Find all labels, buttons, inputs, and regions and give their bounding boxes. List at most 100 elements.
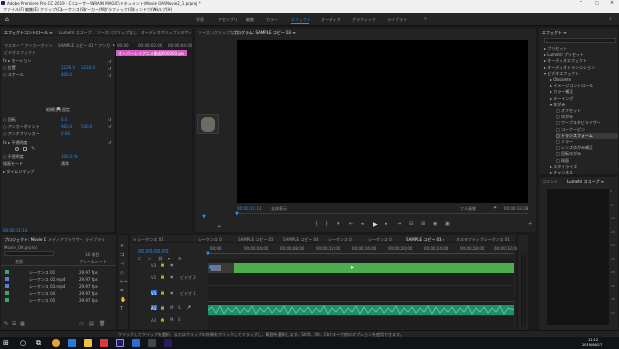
go-to-out-icon[interactable]: ⇥ <box>397 221 401 227</box>
solo-icon[interactable]: S <box>178 305 181 310</box>
clock-time[interactable]: 11:12 <box>588 338 598 342</box>
track-select-tool-icon[interactable]: ⇉ <box>120 252 124 258</box>
anchor-x-value[interactable]: 960.0 <box>61 124 72 129</box>
effects-tree-item[interactable]: □ ゆがみ <box>556 114 618 120</box>
workspace-audio[interactable]: オーディオ <box>321 17 341 23</box>
timeline-tab-seq01[interactable]: × シーケンス 01 <box>133 237 163 243</box>
source-thumbnail[interactable] <box>197 114 219 134</box>
search-icon[interactable]: ⌕ <box>609 16 612 22</box>
v2-green-clip[interactable] <box>208 263 514 273</box>
track-header-v3[interactable]: V3 🔒 ◉ <box>130 261 208 269</box>
ellipse-mask-icon[interactable] <box>15 147 19 151</box>
type-tool-icon[interactable]: T <box>120 306 123 312</box>
effects-search-input[interactable]: ⌕ <box>544 38 616 43</box>
mute-icon[interactable]: M <box>170 305 173 310</box>
icon-view-icon[interactable]: ▦ <box>20 321 25 327</box>
more-workspaces-icon[interactable]: » <box>424 16 427 22</box>
effects-tree-item[interactable]: ▸ キーイング <box>550 96 618 102</box>
program-video-frame[interactable] <box>237 40 528 203</box>
effects-tree-item[interactable]: ▸ オーディオトランジション <box>544 65 618 71</box>
workspace-assembly[interactable]: アセンブリ <box>218 17 238 23</box>
list-item[interactable]: シーケンス 04 29.97 fps <box>1 290 116 297</box>
timeline-tab-sample03[interactable]: SAMPLE コピー 03 <box>238 237 273 243</box>
tab-audio-clip-mixer[interactable]: オーディオクリップミキサー: シーケンス 05 <box>141 30 191 36</box>
timeline-timecode[interactable]: 00;00;00;00 <box>138 249 169 255</box>
selection-tool-icon[interactable]: ➤ <box>120 243 124 249</box>
reset-position-icon[interactable]: ↺ <box>108 66 111 71</box>
timeline-tab-active[interactable]: SAMPLE コピー 03 ≡ <box>406 237 444 243</box>
workspace-color[interactable]: カラー <box>266 17 278 23</box>
source-add-button-icon[interactable]: + <box>217 224 221 230</box>
edge-icon[interactable] <box>68 339 76 347</box>
scope-display[interactable] <box>547 189 609 325</box>
tab-lumetri-scopes-2[interactable]: Lumetri スコープ ≡ <box>567 179 604 185</box>
tab-effect-controls[interactable]: エフェクトコントロール ≡ <box>4 30 54 36</box>
time-remap-row[interactable]: ▸ タイムリマップ <box>3 169 61 175</box>
effects-tree-item[interactable]: ▸ イメージコントロール <box>550 83 618 89</box>
reset-motion-icon[interactable]: ↺ <box>108 59 111 64</box>
list-item[interactable]: シーケンス 05 29.97 fps <box>1 297 116 304</box>
workspace-learn[interactable]: 学習 <box>196 17 204 23</box>
lock-icon[interactable]: 🔒 <box>160 262 165 267</box>
a1-audio-clip[interactable] <box>208 305 514 315</box>
sequence-selector[interactable]: SAMPLE コピー 01 * アンカ... <box>58 43 110 49</box>
effects-tree-item[interactable]: ▸ Lumetri プリセット <box>544 52 618 58</box>
hand-tool-icon[interactable]: ✋ <box>120 297 126 303</box>
clip-selector[interactable]: マスター * アンカーポイント... ∨ <box>4 43 52 49</box>
task-view-icon[interactable]: ⧉ <box>36 339 41 347</box>
lock-icon[interactable]: 🔒 <box>160 274 165 279</box>
file-explorer-icon[interactable] <box>84 339 92 347</box>
effects-tree-item[interactable]: □ ミラー <box>556 139 618 145</box>
timeline-tab-seq02[interactable]: シーケンス 02 <box>198 237 222 243</box>
track-header-v2[interactable]: V2 🔒 ◉ ビデオ 2 <box>130 271 208 284</box>
clock-date[interactable]: 2019/06/17 <box>582 343 602 347</box>
wrench-icon[interactable]: ✦ <box>493 205 497 211</box>
position-x-value[interactable]: 1226.0 <box>61 65 75 70</box>
tab-project[interactable]: プロジェクト: Movie OA_1 ≡ <box>4 237 46 243</box>
reset-anchor-icon[interactable]: ↺ <box>108 124 111 129</box>
razor-tool-icon[interactable]: ◇ <box>120 270 124 276</box>
effects-tree-item[interactable]: ▾ ビデオエフェクト <box>544 71 618 77</box>
compare-icon[interactable]: ▣ <box>445 221 450 227</box>
track-header-v1[interactable]: V1 🔒 ◉ ビデオ 1 <box>130 287 208 300</box>
solo-icon[interactable]: S <box>178 317 181 322</box>
eye-icon[interactable]: ◉ <box>170 262 174 267</box>
tab-source[interactable]: ソース: (クリップなし) <box>97 30 137 36</box>
timeline-playhead-icon[interactable]: ▼ <box>206 251 210 257</box>
track-header-a1[interactable]: A1 🔒 M S 🎤 <box>130 303 208 314</box>
step-forward-icon[interactable]: ▸ <box>385 221 388 227</box>
program-time-ruler[interactable] <box>237 213 528 214</box>
reset-opacity-icon[interactable]: ↺ <box>108 140 111 145</box>
timeline-tab-seq03[interactable]: シーケンス 03 <box>328 237 352 243</box>
lift-icon[interactable]: ⊟ <box>409 221 413 227</box>
effects-tree-item[interactable]: □ レンズゆがみ補正 <box>556 145 618 151</box>
effects-tree-item[interactable]: ▸ プリセット <box>544 46 618 52</box>
marker-icon[interactable]: ▾ <box>337 221 340 227</box>
track-area[interactable]: ➤ <box>208 259 514 329</box>
timeline-tab-sample04[interactable]: SAMPLE コピー 04 <box>283 237 318 243</box>
fx-motion-row[interactable]: fx ▸ モーション <box>3 58 61 64</box>
blend-mode-value[interactable]: 通常 <box>61 161 69 167</box>
effects-tree-item[interactable]: □ ワープスタビライザー <box>556 120 618 126</box>
opacity-value[interactable]: 100.0 % <box>61 154 78 159</box>
effects-tree-item[interactable]: □ オフセット <box>556 108 618 114</box>
program-add-button-icon[interactable]: + <box>528 221 532 227</box>
workspace-editing[interactable]: 編集 <box>246 17 254 23</box>
mark-out-icon[interactable]: } <box>325 221 328 227</box>
pen-mask-icon[interactable]: ✎ <box>31 146 35 152</box>
effects-tree-item[interactable]: ▸ スタイライズ <box>550 164 618 170</box>
word-icon[interactable] <box>132 339 140 347</box>
reset-scale-icon[interactable]: ↺ <box>108 73 111 78</box>
quality-select[interactable]: フル画質 <box>460 206 476 212</box>
effects-tree-item[interactable]: □ トランスフォーム <box>556 132 618 139</box>
program-playhead-icon[interactable]: ▼ <box>235 211 239 217</box>
lock-icon[interactable]: 🔒 <box>160 305 165 310</box>
export-frame-icon[interactable]: ◉ <box>433 221 437 227</box>
effects-tree-item[interactable]: □ 球面 <box>556 158 618 164</box>
anchor-y-value[interactable]: 540.0 <box>81 124 92 129</box>
effects-tree-item[interactable]: ▸ オーディオエフェクト <box>544 58 618 64</box>
slip-tool-icon[interactable]: ⟷ <box>120 279 127 285</box>
fit-select[interactable]: 全体表示 <box>271 206 287 212</box>
effects-tree-item[interactable]: ▾ ゆがみ <box>550 102 618 108</box>
effects-title[interactable]: エフェクト ≡ <box>542 30 567 36</box>
